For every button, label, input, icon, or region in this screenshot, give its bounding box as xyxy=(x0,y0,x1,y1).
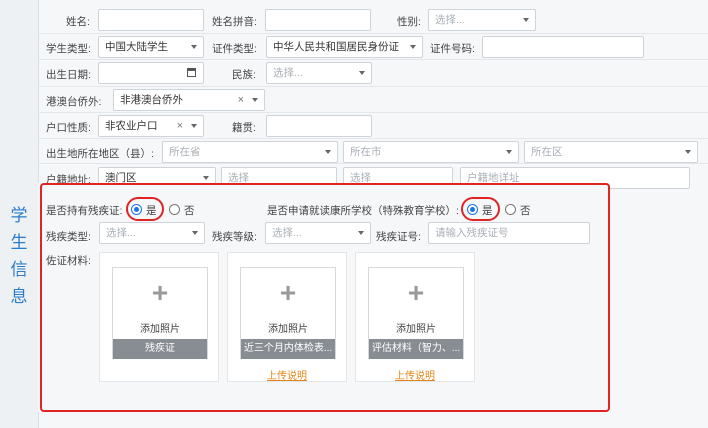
birth-label: 出生日期: xyxy=(46,69,91,81)
section-title-char: 息 xyxy=(10,287,28,306)
id-number-input[interactable] xyxy=(482,36,644,58)
chevron-down-icon xyxy=(191,45,197,49)
student-type-value: 中国大陆学生 xyxy=(105,41,168,53)
chevron-down-icon xyxy=(359,71,365,75)
province-placeholder: 所在省 xyxy=(169,146,201,158)
city-select[interactable]: 所在市 xyxy=(343,141,519,163)
chevron-down-icon xyxy=(191,124,197,128)
hukou-label: 户口性质: xyxy=(46,122,91,134)
pinyin-label: 姓名拼音: xyxy=(212,16,257,28)
hmt-value: 非港澳台侨外 xyxy=(120,94,183,106)
chevron-down-icon xyxy=(506,150,512,154)
student-type-label: 学生类型: xyxy=(46,43,91,55)
name-label: 姓名: xyxy=(66,16,90,28)
section-title-char: 生 xyxy=(10,233,28,252)
chevron-down-icon xyxy=(523,18,529,22)
district-placeholder: 所在区 xyxy=(531,146,563,158)
pinyin-input[interactable] xyxy=(265,9,371,31)
gender-select[interactable]: 选择... xyxy=(428,9,536,31)
clear-icon[interactable]: × xyxy=(177,116,183,136)
section-title: 学 生 信 息 xyxy=(9,202,29,310)
province-select[interactable]: 所在省 xyxy=(162,141,338,163)
city-placeholder: 所在市 xyxy=(350,146,382,158)
hmt-select[interactable]: 非港澳台侨外 × xyxy=(113,89,265,111)
id-type-label: 证件类型: xyxy=(212,43,257,55)
id-number-label: 证件号码: xyxy=(430,43,475,55)
name-input[interactable] xyxy=(98,9,204,31)
chevron-down-icon xyxy=(685,150,691,154)
row-divider xyxy=(38,138,708,139)
section-title-char: 学 xyxy=(10,206,28,225)
row-divider xyxy=(38,33,708,34)
chevron-down-icon xyxy=(203,176,209,180)
id-type-select[interactable]: 中华人民共和国居民身份证 xyxy=(266,36,423,58)
row-divider xyxy=(38,112,708,113)
section-sidebar: 学 生 信 息 xyxy=(0,0,39,428)
row-divider xyxy=(38,163,708,164)
ethnic-select[interactable]: 选择... xyxy=(266,62,372,84)
native-place-input[interactable] xyxy=(266,115,372,137)
chevron-down-icon xyxy=(410,45,416,49)
district-select[interactable]: 所在区 xyxy=(524,141,698,163)
row-divider xyxy=(38,86,708,87)
gender-placeholder: 选择... xyxy=(435,14,465,26)
form-panel: 学 生 信 息 姓名: 姓名拼音: 性别: 选择... 学生类型: 中国大陆学生… xyxy=(0,0,708,428)
student-type-select[interactable]: 中国大陆学生 xyxy=(98,36,204,58)
hukou-value: 非农业户口 xyxy=(105,120,158,132)
ethnic-label: 民族: xyxy=(232,69,256,81)
hukou-select[interactable]: 非农业户口 × xyxy=(98,115,204,137)
highlight-box xyxy=(40,183,610,412)
section-title-char: 信 xyxy=(10,260,28,279)
id-type-value: 中华人民共和国居民身份证 xyxy=(273,41,399,53)
birthplace-label: 出生地所在地区（县）: xyxy=(46,148,154,160)
chevron-down-icon xyxy=(325,150,331,154)
gender-label: 性别: xyxy=(397,16,421,28)
ethnic-placeholder: 选择... xyxy=(273,67,303,79)
calendar-icon[interactable] xyxy=(187,68,196,77)
chevron-down-icon xyxy=(252,98,258,102)
birth-date-input[interactable] xyxy=(98,62,204,84)
native-place-label: 籍贯: xyxy=(232,122,256,134)
clear-icon[interactable]: × xyxy=(238,90,244,110)
row-divider xyxy=(38,59,708,60)
hmt-label: 港澳台侨外: xyxy=(46,96,102,108)
